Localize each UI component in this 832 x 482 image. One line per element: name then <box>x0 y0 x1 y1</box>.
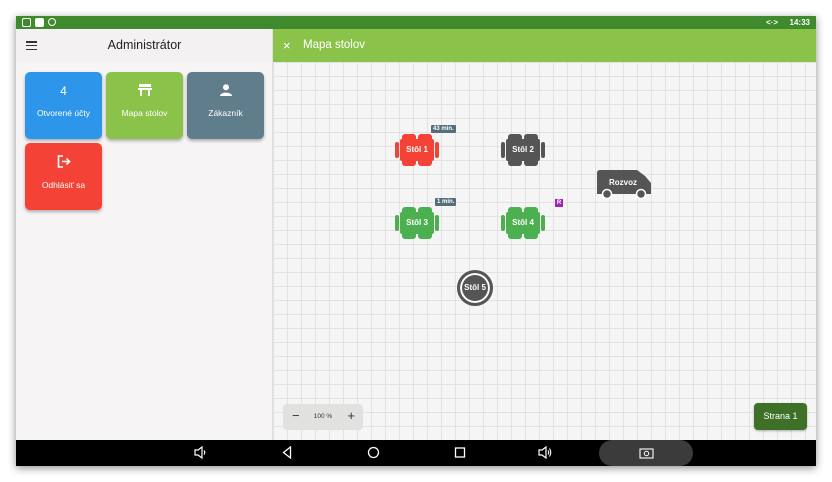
location-icon <box>48 18 56 26</box>
status-icons <box>22 18 56 27</box>
open-accounts-label: Otvorené účty <box>37 108 90 118</box>
table-1-label: Stôl 1 <box>400 139 434 161</box>
table-4-label: Stôl 4 <box>506 212 540 234</box>
table-3[interactable]: Stôl 3 <box>395 207 439 239</box>
image-icon <box>35 18 44 27</box>
open-accounts-count: 4 <box>60 84 67 98</box>
map-header: × Mapa stolov <box>273 29 816 62</box>
sidebar: Administrátor 4 Otvorené účty Mapa stolo… <box>16 29 273 440</box>
table-1-time-badge: 43 min. <box>431 125 456 133</box>
table-5-label: Stôl 5 <box>464 283 486 292</box>
table-2-label: Stôl 2 <box>506 139 540 161</box>
page-button[interactable]: Strana 1 <box>754 403 807 430</box>
table-map-tile[interactable]: Mapa stolov <box>106 72 183 139</box>
data-sync-icon: <·> <box>765 18 778 27</box>
recents-icon[interactable] <box>454 446 466 459</box>
screenshot-icon <box>639 448 654 459</box>
home-icon[interactable] <box>367 446 380 459</box>
sidebar-header: Administrátor <box>16 29 272 62</box>
table-1[interactable]: Stôl 1 <box>395 134 439 166</box>
person-icon <box>219 84 232 96</box>
reservation-badge: R <box>555 199 563 207</box>
navigation-bar <box>16 440 816 466</box>
close-icon[interactable]: × <box>283 38 291 53</box>
device-screen: <·> 14:33 Administrátor 4 Otvorené účty … <box>16 16 816 466</box>
table-2[interactable]: Stôl 2 <box>501 134 545 166</box>
volume-up-icon[interactable] <box>538 446 552 459</box>
status-bar: <·> 14:33 <box>16 16 816 29</box>
status-clock: 14:33 <box>789 18 810 27</box>
table-4[interactable]: Stôl 4 <box>501 207 545 239</box>
zoom-in-button[interactable]: + <box>347 408 355 423</box>
table-3-label: Stôl 3 <box>400 212 434 234</box>
table-map-label: Mapa stolov <box>121 108 168 118</box>
page-title: Mapa stolov <box>303 39 366 51</box>
delivery-label: Rozvoz <box>609 178 637 187</box>
notification-icon <box>22 18 31 27</box>
logout-tile[interactable]: Odhlásiť sa <box>25 143 102 210</box>
delivery-van[interactable]: Rozvoz <box>597 170 651 200</box>
customer-label: Zákazník <box>208 108 243 118</box>
table-map: Stôl 1 43 min. Stôl 2 Stôl 3 1 min. Stôl… <box>273 62 816 440</box>
sidebar-title: Administrátor <box>107 38 182 52</box>
zoom-control: − 100 % + <box>283 404 363 430</box>
back-icon[interactable] <box>282 446 292 459</box>
customer-tile[interactable]: Zákazník <box>187 72 264 139</box>
table-5[interactable]: Stôl 5 <box>457 270 493 306</box>
logout-label: Odhlásiť sa <box>41 180 86 190</box>
logout-icon <box>57 155 71 168</box>
screenshot-button[interactable] <box>599 440 693 466</box>
open-accounts-tile[interactable]: 4 Otvorené účty <box>25 72 102 139</box>
volume-down-icon[interactable] <box>194 446 206 459</box>
table-icon <box>137 84 152 96</box>
table-3-time-badge: 1 min. <box>435 198 457 206</box>
